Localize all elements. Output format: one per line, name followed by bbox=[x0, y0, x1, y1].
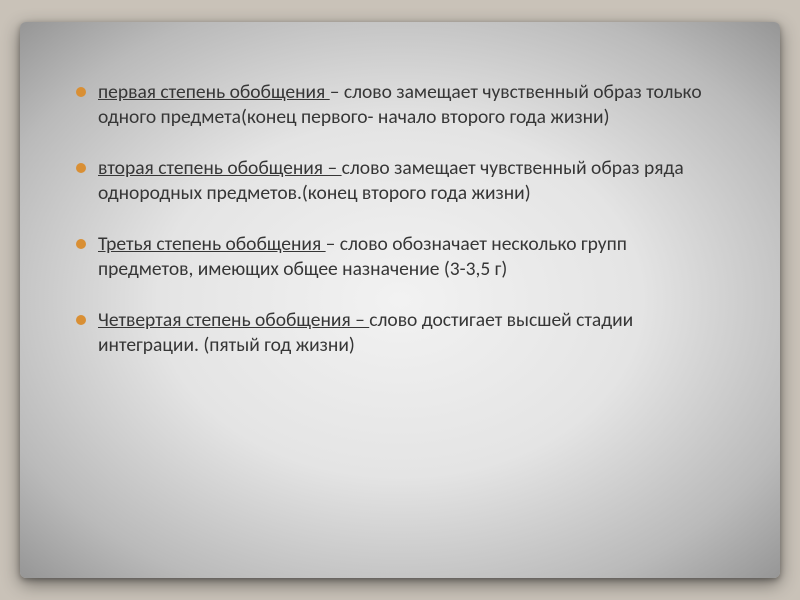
bullet-title: Четвертая степень обобщения – bbox=[98, 308, 369, 332]
list-item: Третья степень обобщения – слово обознач… bbox=[76, 232, 724, 282]
slide-container: первая степень обобщения – слово замещае… bbox=[20, 22, 780, 578]
slide: первая степень обобщения – слово замещае… bbox=[20, 22, 780, 578]
bullet-title: Третья степень обобщения bbox=[98, 232, 326, 256]
list-item: вторая степень обобщения – слово замещае… bbox=[76, 156, 724, 206]
bullet-title: первая степень обобщения bbox=[98, 80, 330, 104]
bullet-title: вторая степень обобщения – bbox=[98, 156, 342, 180]
list-item: Четвертая степень обобщения – слово дост… bbox=[76, 308, 724, 358]
list-item: первая степень обобщения – слово замещае… bbox=[76, 80, 724, 130]
bullet-list: первая степень обобщения – слово замещае… bbox=[76, 80, 724, 358]
